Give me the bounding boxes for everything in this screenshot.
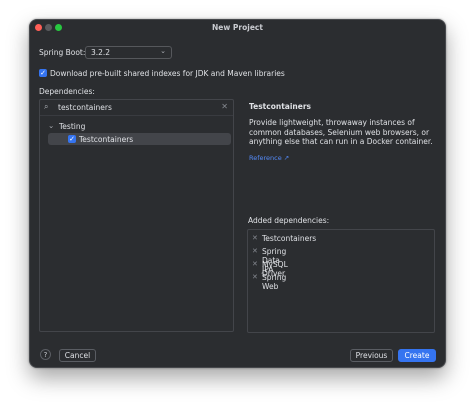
testcontainers-checkbox[interactable]: ✓ — [68, 135, 76, 143]
tree-item-testcontainers[interactable]: ✓ Testcontainers — [48, 133, 231, 145]
search-icon: ⌕ — [44, 102, 49, 111]
dependencies-tree-panel: ⌕ testcontainers ✕ ⌄ Testing ✓ Testconta… — [39, 99, 234, 332]
previous-button[interactable]: Previous — [350, 349, 393, 362]
spring-boot-version-select[interactable]: 3.2.2 ⌄ — [85, 46, 172, 59]
title-bar: New Project — [30, 20, 445, 36]
added-dependencies-list: ✕ Testcontainers ✕ Spring Data JPA ✕ MyS… — [247, 229, 435, 333]
clear-icon[interactable]: ✕ — [221, 102, 228, 111]
cancel-button[interactable]: Cancel — [59, 349, 96, 362]
tree-group-label: Testing — [59, 122, 86, 131]
tree-item-label: Testcontainers — [79, 135, 134, 144]
spring-boot-label: Spring Boot: — [39, 48, 86, 57]
detail-description: Provide lightweight, throwaway instances… — [249, 118, 433, 146]
chevron-down-icon: ⌄ — [160, 47, 166, 55]
dependency-search-input[interactable]: testcontainers — [58, 103, 112, 112]
added-dependencies-label: Added dependencies: — [248, 216, 330, 225]
create-button[interactable]: Create — [398, 349, 436, 362]
added-item-label: Spring Web — [262, 273, 287, 291]
remove-icon[interactable]: ✕ — [252, 260, 258, 268]
remove-icon[interactable]: ✕ — [252, 273, 258, 281]
new-project-dialog: New Project Spring Boot: 3.2.2 ⌄ ✓ Downl… — [29, 19, 446, 368]
detail-title: Testcontainers — [249, 102, 311, 111]
window-title: New Project — [212, 23, 263, 32]
remove-icon[interactable]: ✕ — [252, 234, 258, 242]
added-item-label: Testcontainers — [262, 234, 317, 243]
reference-link[interactable]: Reference ↗ — [249, 154, 439, 162]
remove-icon[interactable]: ✕ — [252, 247, 258, 255]
spring-boot-version-value: 3.2.2 — [91, 48, 111, 57]
dependency-search-row: ⌕ testcontainers ✕ — [40, 100, 233, 116]
dependency-details: Testcontainers Provide lightweight, thro… — [249, 102, 439, 162]
chevron-down-icon: ⌄ — [48, 121, 55, 130]
download-indexes-checkbox[interactable]: ✓ — [39, 69, 47, 77]
dependencies-label: Dependencies: — [39, 87, 95, 96]
help-button[interactable]: ? — [40, 349, 51, 360]
download-indexes-label: Download pre-built shared indexes for JD… — [50, 69, 285, 78]
